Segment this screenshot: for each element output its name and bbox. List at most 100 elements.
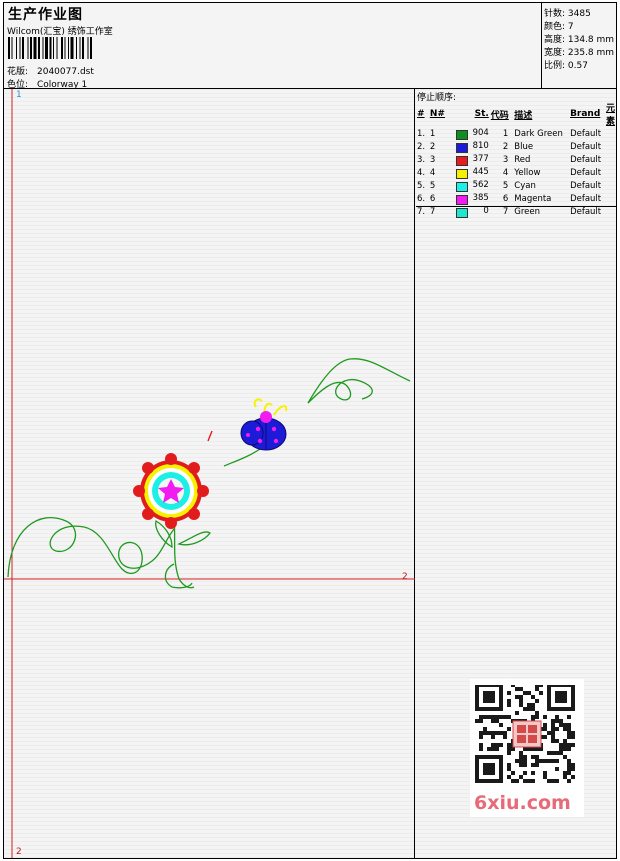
- row-stitches-cell: 385: [455, 192, 490, 205]
- row-needle: 7: [429, 206, 436, 217]
- col-header-needle: N#: [429, 109, 445, 119]
- row-brand: Default: [570, 167, 602, 178]
- row-brand: Default: [570, 141, 602, 152]
- col-header-description: 描述: [514, 110, 533, 121]
- row-stitches-cell: 0: [455, 205, 490, 218]
- bug-motif: [240, 398, 288, 451]
- design-height: 高度: 134.8 mm: [544, 35, 615, 45]
- design-name-row: 花版: 2040077.dst: [7, 64, 94, 77]
- stop-sequence-panel: 停止顺序: # N# St. 代码 描述 Brand 元素 1. 1 904 1 Dar…: [416, 89, 616, 218]
- row-stitches: 377: [472, 153, 489, 164]
- row-description: Blue: [514, 141, 534, 152]
- thread-color-swatch: [455, 155, 468, 166]
- design-label: 花版:: [7, 67, 29, 77]
- flower-motif: [133, 453, 209, 529]
- row-stitches: 385: [472, 192, 489, 203]
- row-code: 6: [502, 193, 509, 204]
- row-brand: Default: [570, 128, 602, 139]
- row-index: 7.: [417, 206, 426, 217]
- row-description: Green: [514, 206, 541, 217]
- barcode-icon: [8, 37, 92, 59]
- table-row: 4. 4 445 4 Yellow Default: [416, 166, 616, 179]
- design-value: 2040077.dst: [37, 67, 94, 77]
- table-row: 1. 1 904 1 Dark Green Default: [416, 127, 616, 140]
- row-needle: 2: [429, 141, 436, 152]
- row-stitches-cell: 377: [455, 153, 490, 166]
- stem-tendrils: [7, 358, 411, 589]
- header-info: 生产作业图 Wilcom(汇宝) 绣饰工作室 花版: 2040077.dst 色位…: [4, 3, 542, 90]
- row-element: [605, 166, 616, 179]
- canvas-corner-label-top: 1: [16, 90, 22, 100]
- row-stitches: 810: [472, 140, 489, 151]
- page-title: 生产作业图: [8, 7, 83, 23]
- row-stitches: 445: [472, 166, 489, 177]
- canvas-corner-label-right: 2: [402, 572, 408, 582]
- design-scale: 比例: 0.57: [544, 61, 588, 71]
- design-canvas: 1 2 2: [4, 89, 415, 858]
- color-sequence-table: # N# St. 代码 描述 Brand 元素 1. 1 904 1 Dark Gree…: [416, 101, 616, 218]
- thread-color-swatch: [455, 168, 468, 179]
- row-index: 4.: [417, 167, 426, 178]
- table-row: 6. 6 385 6 Magenta Default: [416, 192, 616, 205]
- thread-mark: [207, 430, 213, 442]
- row-code: 1: [502, 128, 509, 139]
- row-stitches-cell: 904: [455, 127, 490, 140]
- row-index: 3.: [417, 154, 426, 165]
- row-element: [605, 179, 616, 192]
- row-code: 7: [502, 206, 509, 217]
- col-header-brand: Brand: [570, 109, 601, 119]
- table-row: 7. 7 0 7 Green Default: [416, 205, 616, 218]
- production-worksheet: 生产作业图 Wilcom(汇宝) 绣饰工作室 花版: 2040077.dst 色位…: [3, 2, 617, 859]
- row-index: 1.: [417, 128, 426, 139]
- row-needle: 3: [429, 154, 436, 165]
- design-width: 宽度: 235.8 mm: [544, 48, 615, 58]
- row-index: 2.: [417, 141, 426, 152]
- row-description: Yellow: [514, 167, 541, 178]
- table-header-row: # N# St. 代码 描述 Brand 元素: [416, 101, 616, 127]
- canvas-corner-label-bottom: 2: [16, 847, 22, 857]
- row-index: 5.: [417, 180, 426, 191]
- row-brand: Default: [570, 193, 602, 204]
- company-name: Wilcom(汇宝) 绣饰工作室: [7, 27, 113, 37]
- row-index: 6.: [417, 193, 426, 204]
- row-stitches: 562: [472, 179, 489, 190]
- row-brand: Default: [570, 180, 602, 191]
- row-element: [605, 153, 616, 166]
- thread-color-swatch: [455, 129, 468, 140]
- row-stitches-cell: 562: [455, 179, 490, 192]
- site-watermark: 6xiu.com: [474, 792, 571, 814]
- col-header-element: 元素: [605, 104, 615, 127]
- row-needle: 5: [429, 180, 436, 191]
- col-header-code: 代码: [490, 110, 509, 121]
- embroidery-preview: [4, 89, 415, 858]
- design-stats: 针数: 3485 颜色: 7 高度: 134.8 mm 宽度: 235.8 mm…: [542, 3, 616, 89]
- row-brand: Default: [570, 206, 602, 217]
- stitch-count: 针数: 3485: [544, 9, 591, 19]
- row-element: [605, 127, 616, 140]
- table-row: 2. 2 810 2 Blue Default: [416, 140, 616, 153]
- thread-color-swatch: [455, 181, 468, 192]
- thread-color-swatch: [455, 194, 468, 205]
- thread-color-swatch: [455, 207, 468, 218]
- color-count: 颜色: 7: [544, 22, 574, 32]
- table-row: 5. 5 562 5 Cyan Default: [416, 179, 616, 192]
- row-description: Cyan: [514, 180, 536, 191]
- row-code: 2: [502, 141, 509, 152]
- col-header-index: #: [417, 109, 425, 119]
- row-element: [605, 192, 616, 205]
- table-row: 3. 3 377 3 Red Default: [416, 153, 616, 166]
- thread-color-swatch: [455, 142, 468, 153]
- col-header-stitches: St.: [474, 109, 489, 119]
- row-stitches-cell: 445: [455, 166, 490, 179]
- row-stitches: 0: [483, 205, 489, 216]
- row-description: Red: [514, 154, 531, 165]
- row-code: 5: [502, 180, 509, 191]
- row-needle: 1: [429, 128, 436, 139]
- row-needle: 6: [429, 193, 436, 204]
- row-code: 3: [502, 154, 509, 165]
- row-stitches-cell: 810: [455, 140, 490, 153]
- row-description: Dark Green: [514, 128, 563, 139]
- row-element: [605, 140, 616, 153]
- row-element: [605, 205, 616, 218]
- row-description: Magenta: [514, 193, 552, 204]
